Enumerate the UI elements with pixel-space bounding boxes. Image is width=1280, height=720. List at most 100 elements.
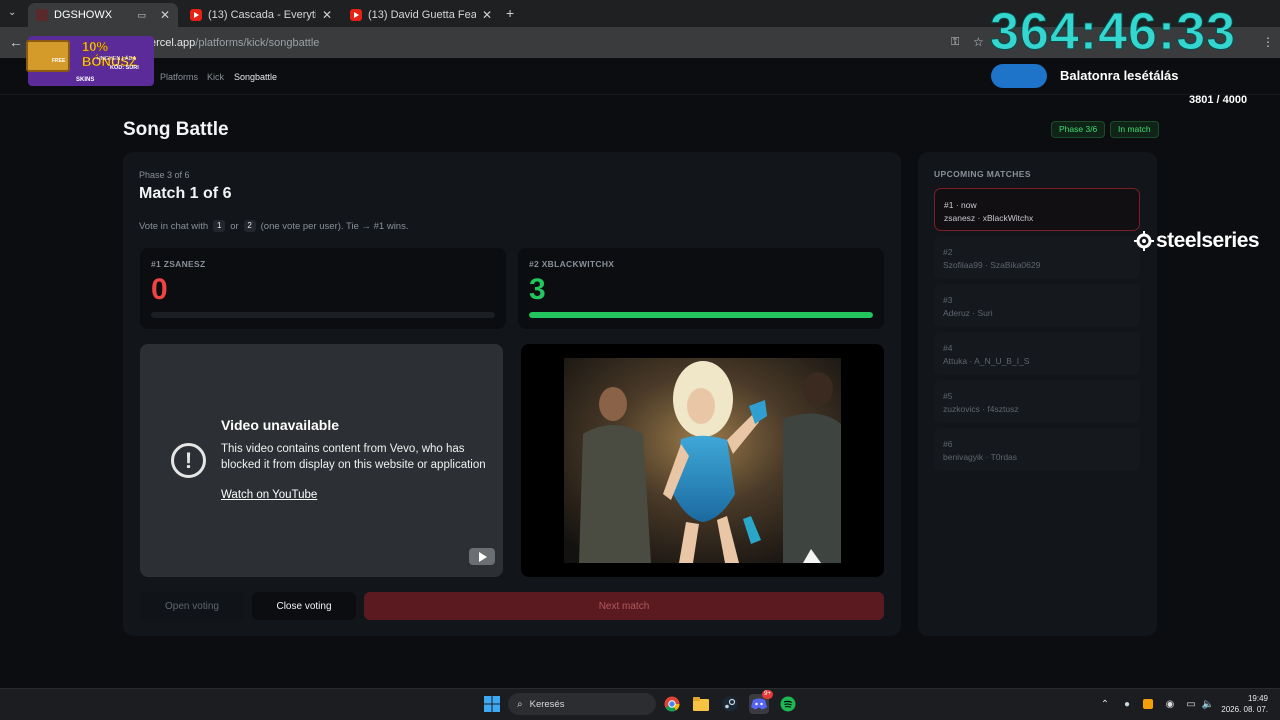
vote-instructions: Vote in chat with 1 or 2 (one vote per u… — [139, 220, 408, 232]
page-title: Song Battle — [123, 119, 229, 140]
tray-app-icon[interactable] — [1138, 694, 1158, 714]
discord-icon[interactable]: 9+ — [749, 690, 773, 714]
goal-count: 3801 / 4000 — [1189, 94, 1248, 106]
new-tab-button[interactable]: + — [506, 5, 514, 21]
upcoming-number: #6 — [943, 439, 953, 449]
discord-tray-icon[interactable]: ◉ — [1160, 694, 1180, 714]
tab-label: (13) David Guetta Feat. Akon - — [368, 9, 476, 21]
goal-text: Balatonra lesétálás — [1060, 68, 1179, 83]
back-arrow-icon[interactable]: ← — [9, 34, 23, 50]
contestant-card-1: #1 ZSANESZ 0 — [140, 248, 506, 329]
close-icon[interactable]: ✕ — [482, 8, 492, 22]
upcoming-names: zsanesz · xBlackWitchx — [944, 213, 1034, 223]
watch-on-youtube-link[interactable]: Watch on YouTube — [221, 489, 317, 501]
upcoming-item[interactable]: #3 Aderuz · Suri — [934, 284, 1140, 327]
volume-icon[interactable]: 🔈 — [1198, 694, 1218, 714]
search-placeholder: Keresés — [529, 698, 565, 710]
youtube-icon[interactable] — [469, 548, 495, 565]
goal-progress-pill — [991, 64, 1047, 88]
upcoming-number: #2 — [943, 247, 953, 257]
upcoming-item[interactable]: #4 Attuka · A_N_U_B_I_S — [934, 332, 1140, 375]
crate-image — [26, 40, 70, 72]
vote-prefix: Vote in chat with — [139, 220, 209, 232]
upcoming-names: Aderuz · Suri — [943, 308, 993, 318]
phase-badge: Phase 3/6 — [1051, 121, 1106, 138]
tab-share-icon[interactable]: ▭ — [137, 10, 146, 21]
url-field[interactable]: ercel.app/platforms/kick/songbattle — [150, 37, 319, 49]
video-player-1[interactable]: ! Video unavailable This video contains … — [140, 344, 503, 577]
subathon-timer: 364:46:33 — [989, 3, 1237, 62]
sponsor-logo: steelseries — [1134, 229, 1260, 253]
dgshowx-favicon — [36, 9, 48, 21]
tab-guetta[interactable]: (13) David Guetta Feat. Akon - ✕ — [342, 3, 500, 27]
tab-search-icon[interactable]: ⌄ — [8, 7, 20, 19]
taskbar-clock[interactable]: 19:49 2026. 08. 07. — [1218, 693, 1268, 715]
contestant-score: 3 — [529, 273, 546, 306]
tab-cascada[interactable]: (13) Cascada - Everytime We To ✕ — [182, 3, 340, 27]
contestant-label: #1 ZSANESZ — [151, 259, 206, 269]
upcoming-names: Attuka · A_N_U_B_I_S — [943, 356, 1030, 366]
steam-tray-icon[interactable]: ● — [1117, 694, 1137, 714]
windows-start-icon[interactable] — [482, 694, 502, 714]
clock-date: 2026. 08. 07. — [1221, 705, 1268, 714]
upcoming-item[interactable]: #2 Szofilaa99 · SzaBika0629 — [934, 236, 1140, 279]
chrome-icon[interactable] — [662, 694, 682, 714]
next-match-button[interactable]: Next match — [364, 592, 884, 620]
tab-dgshowx[interactable]: DGSHOWX ▭ ✕ — [28, 3, 178, 27]
file-explorer-icon[interactable] — [691, 694, 711, 714]
promo-sub: +INGYEN LÁDA — [96, 56, 137, 62]
clock-time: 19:49 — [1247, 694, 1268, 703]
menu-icon[interactable]: ⋮ — [1262, 35, 1274, 49]
key-icon[interactable]: ⚿ — [951, 36, 959, 49]
search-icon: ⌕ — [517, 698, 523, 710]
upcoming-number: #3 — [943, 295, 953, 305]
video-player-2[interactable] — [521, 344, 884, 577]
contestant-label: #2 XBLACKWITCHX — [529, 259, 615, 269]
youtube-favicon — [190, 9, 202, 21]
promo-free: FREE — [52, 58, 66, 64]
vote-progress-bar — [151, 312, 495, 318]
url-domain: ercel.app — [150, 37, 196, 49]
status-badge: In match — [1110, 121, 1159, 138]
open-voting-button[interactable]: Open voting — [140, 592, 244, 620]
upcoming-names: zuzkovics · f4sztusz — [943, 404, 1019, 414]
vote-or: or — [230, 220, 239, 232]
url-path: /platforms/kick/songbattle — [195, 37, 320, 49]
close-icon[interactable]: ✕ — [160, 8, 170, 22]
close-voting-button[interactable]: Close voting — [252, 592, 356, 620]
match-title: Match 1 of 6 — [139, 185, 232, 202]
steam-icon[interactable] — [720, 694, 740, 714]
music-video-frame — [564, 358, 841, 563]
upcoming-names: Szofilaa99 · SzaBika0629 — [943, 260, 1041, 270]
star-icon[interactable]: ☆ — [973, 35, 984, 49]
notification-badge: 9+ — [762, 690, 773, 699]
contestant-score: 0 — [151, 273, 168, 306]
upcoming-number: #1 · now — [944, 200, 977, 210]
nav-songbattle[interactable]: Songbattle — [234, 72, 277, 82]
promo-banner: FREE 10% BÓNUSZ +INGYEN LÁDA KÓD: SURI S… — [24, 32, 156, 88]
promo-brand: SKINS — [76, 77, 95, 83]
tab-label: (13) Cascada - Everytime We To — [208, 9, 316, 21]
tab-label: DGSHOWX — [54, 9, 113, 21]
upcoming-number: #5 — [943, 391, 953, 401]
alert-icon: ! — [171, 443, 206, 478]
close-icon[interactable]: ✕ — [322, 8, 332, 22]
video-unavailable-title: Video unavailable — [221, 417, 340, 433]
vote-progress-fill — [529, 312, 873, 318]
nav-kick[interactable]: Kick — [207, 72, 224, 82]
chevron-up-icon[interactable]: ⌃ — [1095, 694, 1115, 714]
youtube-favicon — [350, 9, 362, 21]
video-unavailable-body: This video contains content from Vevo, w… — [221, 443, 486, 471]
upcoming-names: benivagyik · T0rdas — [943, 452, 1018, 462]
upcoming-title: UPCOMING MATCHES — [934, 169, 1031, 179]
upcoming-number: #4 — [943, 343, 953, 353]
nav-platforms[interactable]: Platforms — [160, 72, 198, 82]
sponsor-name: steelseries — [1156, 229, 1260, 252]
contestant-card-2: #2 XBLACKWITCHX 3 — [518, 248, 884, 329]
taskbar-search[interactable]: ⌕ Keresés — [508, 693, 656, 715]
upcoming-item[interactable]: #5 zuzkovics · f4sztusz — [934, 380, 1140, 423]
upcoming-item[interactable]: #1 · now zsanesz · xBlackWitchx — [934, 188, 1140, 231]
upcoming-item[interactable]: #6 benivagyik · T0rdas — [934, 428, 1140, 471]
spotify-icon[interactable] — [778, 694, 798, 714]
phase-label: Phase 3 of 6 — [139, 170, 190, 180]
